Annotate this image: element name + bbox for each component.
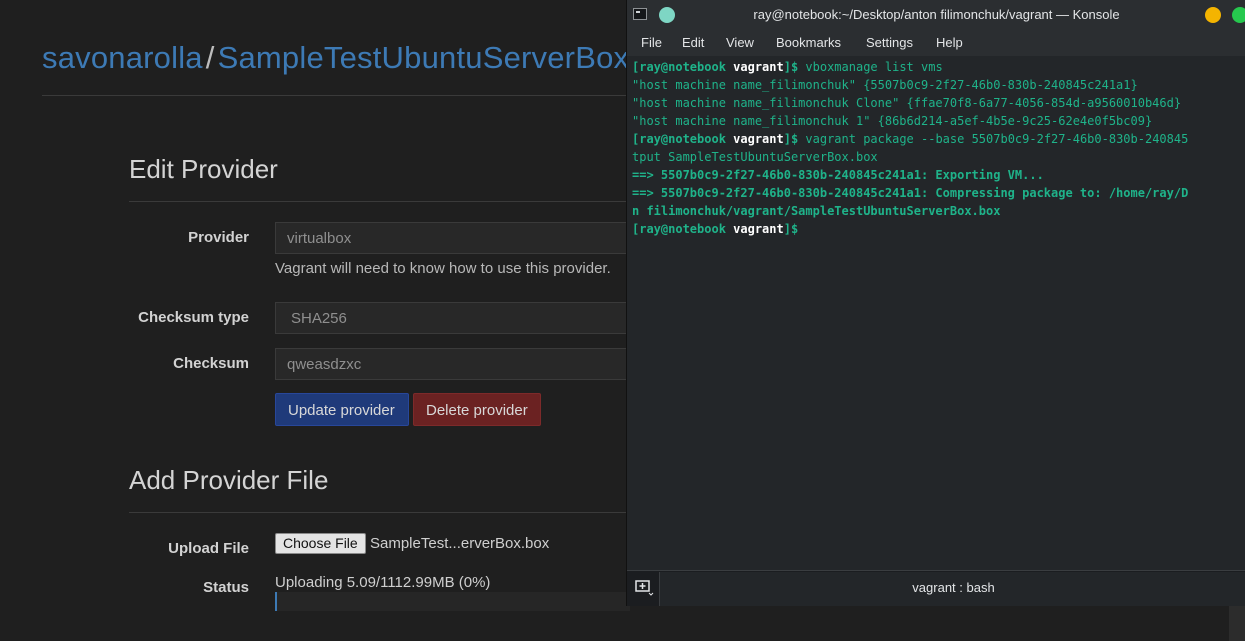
checksum-type-select[interactable]: SHA256: [275, 302, 635, 334]
minimize-icon[interactable]: [1205, 7, 1221, 23]
maximize-icon[interactable]: [1232, 7, 1245, 23]
upload-progress-bar: [275, 592, 630, 611]
breadcrumb-box-link[interactable]: SampleTestUbuntuServerBox: [218, 40, 630, 75]
terminal-line: "host machine name_filimonchuk 1" {86b6d…: [632, 114, 1153, 128]
terminal-tab[interactable]: vagrant : bash: [659, 572, 1245, 606]
edit-provider-title: Edit Provider: [129, 154, 278, 184]
menu-edit[interactable]: Edit: [682, 35, 704, 50]
upload-file-label: Upload File: [168, 540, 249, 557]
selected-file-name: SampleTest...erverBox.box: [370, 535, 550, 552]
menu-help[interactable]: Help: [936, 35, 963, 50]
terminal-line: [ray@notebook vagrant]$ vagrant package …: [632, 132, 1189, 146]
delete-provider-button[interactable]: Delete provider: [413, 393, 541, 426]
provider-input[interactable]: virtualbox: [275, 222, 635, 254]
terminal-output[interactable]: [ray@notebook vagrant]$ vboxmanage list …: [627, 56, 1245, 570]
terminal-line: ==> 5507b0c9-2f27-46b0-830b-240845c241a1…: [632, 186, 1189, 200]
terminal-tab-label: vagrant : bash: [912, 580, 995, 595]
breadcrumb-separator: /: [205, 40, 215, 75]
terminal-line: [ray@notebook vagrant]$ vboxmanage list …: [632, 60, 943, 74]
konsole-window: ray@notebook:~/Desktop/anton filimonchuk…: [626, 0, 1245, 606]
edit-provider-divider: [129, 201, 639, 202]
upload-status-text: Uploading 5.09/1112.99MB (0%): [275, 574, 491, 591]
checksum-type-label: Checksum type: [138, 309, 249, 326]
terminal-line: "host machine name_filimonchuk" {5507b0c…: [632, 78, 1138, 92]
provider-label: Provider: [188, 229, 249, 246]
konsole-tabbar: vagrant : bash: [627, 570, 1245, 606]
update-provider-button[interactable]: Update provider: [275, 393, 409, 426]
upload-progress-fill: [275, 592, 277, 611]
menu-bookmarks[interactable]: Bookmarks: [776, 35, 841, 50]
breadcrumb-user-link[interactable]: savonarolla: [42, 40, 203, 75]
choose-file-button[interactable]: Choose File: [275, 533, 366, 554]
konsole-titlebar[interactable]: ray@notebook:~/Desktop/anton filimonchuk…: [627, 0, 1245, 30]
terminal-prompt: [ray@notebook vagrant]$: [632, 222, 799, 236]
provider-help-text: Vagrant will need to know how to use thi…: [275, 260, 611, 277]
new-tab-icon[interactable]: [634, 579, 654, 597]
checksum-input[interactable]: qweasdzxc: [275, 348, 635, 380]
page-divider: [42, 95, 642, 96]
window-title: ray@notebook:~/Desktop/anton filimonchuk…: [753, 7, 1120, 22]
terminal-line: tput SampleTestUbuntuServerBox.box: [632, 150, 878, 164]
status-label: Status: [203, 579, 249, 596]
konsole-menubar: File Edit View Bookmarks Settings Help: [627, 30, 1245, 56]
page-scrollbar[interactable]: [1229, 606, 1245, 641]
terminal-line: n filimonchuk/vagrant/SampleTestUbuntuSe…: [632, 204, 1001, 218]
terminal-line: ==> 5507b0c9-2f27-46b0-830b-240845c241a1…: [632, 168, 1044, 182]
add-provider-file-divider: [129, 512, 639, 513]
menu-view[interactable]: View: [726, 35, 754, 50]
add-provider-file-title: Add Provider File: [129, 465, 329, 495]
terminal-line: "host machine name_filimonchuk Clone" {f…: [632, 96, 1182, 110]
checksum-label: Checksum: [173, 355, 249, 372]
breadcrumb: savonarolla/SampleTestUbuntuServerBox: [42, 40, 629, 76]
menu-settings[interactable]: Settings: [866, 35, 913, 50]
menu-file[interactable]: File: [641, 35, 662, 50]
